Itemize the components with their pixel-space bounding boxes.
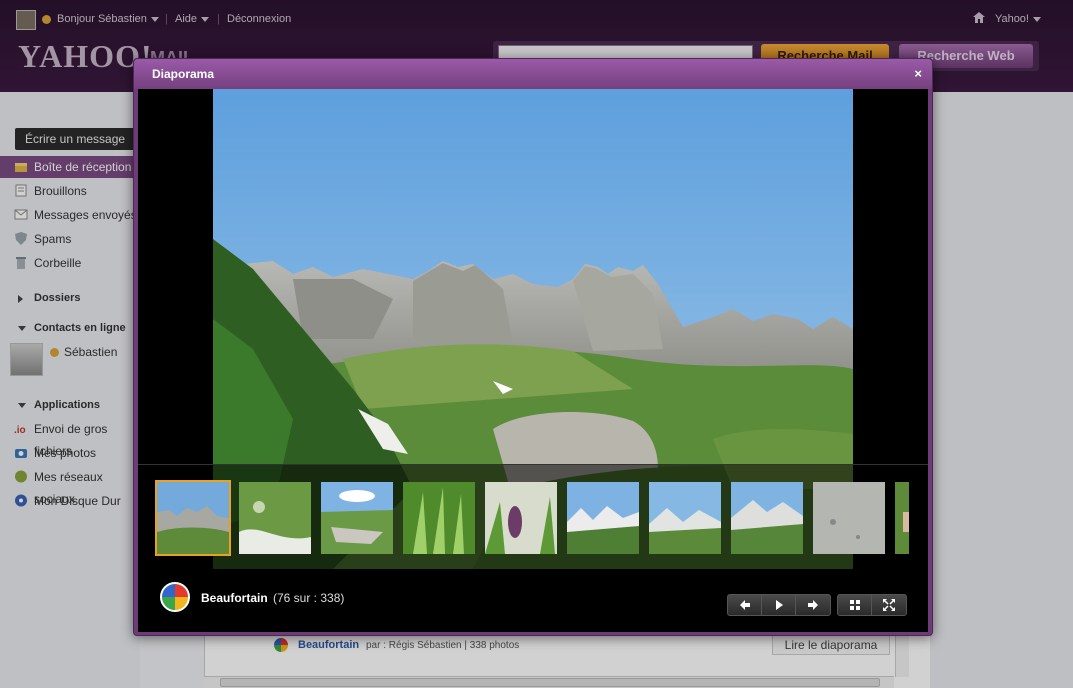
next-button[interactable] (796, 595, 830, 615)
previous-icon (740, 600, 750, 610)
thumbnail[interactable] (239, 482, 311, 554)
next-icon (808, 600, 818, 610)
thumbnail[interactable] (485, 482, 557, 554)
thumbnail[interactable] (567, 482, 639, 554)
thumbnail[interactable] (155, 480, 231, 556)
navigation-controls (727, 594, 831, 616)
grid-view-button[interactable] (838, 595, 872, 615)
close-icon[interactable]: × (914, 67, 922, 80)
thumbnail[interactable] (731, 482, 803, 554)
slideshow-viewer: Beaufortain (76 sur : 338) (138, 89, 928, 632)
album-name[interactable]: Beaufortain (201, 591, 268, 605)
play-icon (776, 600, 783, 610)
thumbnail-strip (138, 464, 928, 569)
thumbnail[interactable] (403, 482, 475, 554)
photo-position: (76 sur : 338) (273, 591, 345, 605)
previous-button[interactable] (728, 595, 762, 615)
grid-icon (850, 600, 860, 610)
fullscreen-icon (883, 599, 895, 611)
picasa-logo-icon (160, 582, 190, 612)
fullscreen-button[interactable] (872, 595, 906, 615)
dialog-title: Diaporama (152, 67, 215, 81)
play-button[interactable] (762, 595, 796, 615)
thumbnail[interactable] (813, 482, 885, 554)
thumbnail[interactable] (895, 482, 909, 554)
slideshow-dialog: Diaporama × Beaufortain (76 sur: 338) (133, 58, 933, 636)
thumbnail[interactable] (321, 482, 393, 554)
dialog-header: Diaporama × (134, 59, 932, 89)
thumbnail[interactable] (649, 482, 721, 554)
view-controls (837, 594, 907, 616)
slideshow-footer: Beaufortain (76 sur : 338) (138, 569, 928, 632)
